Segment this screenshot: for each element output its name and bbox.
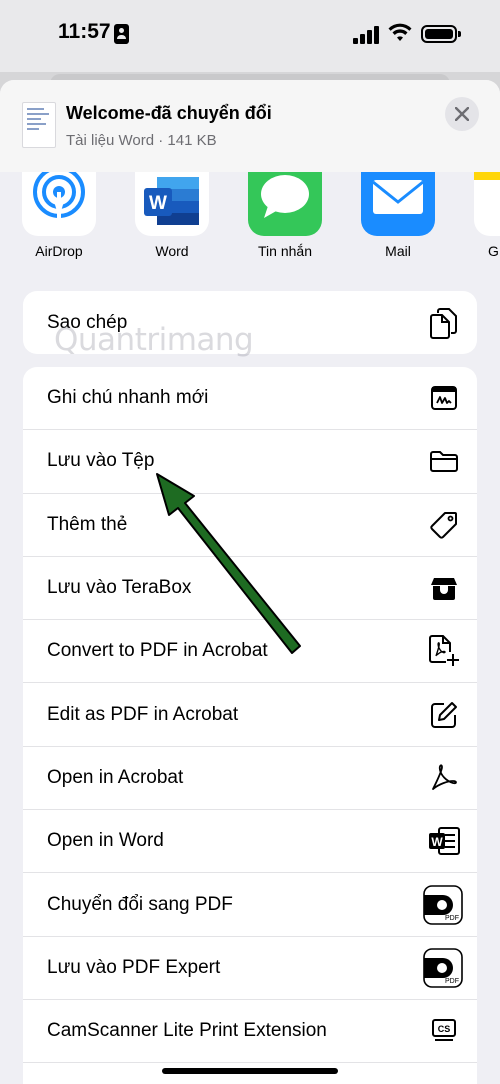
- apps-row: AirDrop W Word Tin nhắn Mail G: [0, 172, 500, 282]
- word-doc-icon: W: [427, 824, 461, 858]
- action-label: CamScanner Lite Print Extension: [47, 1020, 327, 1042]
- action-label: Chuyển đổi sang PDF: [47, 893, 233, 915]
- airdrop-icon: [22, 172, 96, 236]
- close-icon: [455, 107, 469, 121]
- action-label: Open in Word: [47, 830, 164, 852]
- app-label: AirDrop: [35, 243, 83, 259]
- app-label: Tin nhắn: [258, 243, 312, 259]
- action-label: Thêm thẻ: [47, 513, 128, 535]
- svg-text:PDF: PDF: [445, 978, 459, 985]
- edit-icon: [427, 698, 461, 732]
- action-save-to-terabox[interactable]: Lưu vào TeraBox: [23, 557, 477, 621]
- actions-card: Ghi chú nhanh mới Lưu vào Tệp Thêm thẻ L…: [23, 367, 477, 1084]
- messages-icon: [248, 172, 322, 236]
- cellular-signal-icon: [353, 26, 381, 44]
- action-save-to-pdf-expert[interactable]: Lưu vào PDF Expert PDF: [23, 937, 477, 1000]
- document-title: Welcome-đã chuyển đổi: [66, 103, 272, 123]
- mail-icon: [361, 172, 435, 236]
- id-card-icon: [114, 24, 129, 44]
- camscanner-icon: CS: [427, 1014, 461, 1048]
- action-label: Lưu vào TeraBox: [47, 577, 192, 599]
- document-thumbnail: [22, 102, 56, 148]
- home-indicator: [162, 1068, 338, 1074]
- copy-icon: [427, 306, 461, 340]
- pdf-plus-icon: [427, 634, 461, 668]
- action-add-tag[interactable]: Thêm thẻ: [23, 494, 477, 557]
- action-open-in-acrobat[interactable]: Open in Acrobat: [23, 747, 477, 811]
- action-quick-note[interactable]: Ghi chú nhanh mới: [23, 367, 477, 431]
- action-label: Ghi chú nhanh mới: [47, 387, 209, 409]
- action-convert-to-pdf[interactable]: Chuyển đổi sang PDF PDF: [23, 873, 477, 937]
- action-label: Lưu vào PDF Expert: [47, 956, 221, 978]
- action-open-in-word[interactable]: Open in Word W: [23, 810, 477, 874]
- document-subtitle: Tài liệu Word · 141 KB: [66, 132, 217, 149]
- battery-icon: [421, 25, 461, 43]
- wifi-icon: [388, 23, 412, 41]
- svg-text:W: W: [431, 835, 443, 849]
- app-label: Mail: [385, 243, 411, 259]
- action-convert-to-pdf-acrobat[interactable]: Convert to PDF in Acrobat: [23, 620, 477, 684]
- word-icon: W: [135, 172, 209, 236]
- pdf-expert-icon: PDF: [423, 884, 463, 925]
- action-label: Convert to PDF in Acrobat: [47, 640, 268, 662]
- notes-icon: [474, 172, 500, 236]
- share-sheet: Welcome-đã chuyển đổi Tài liệu Word · 14…: [0, 80, 500, 1084]
- svg-text:W: W: [149, 193, 167, 214]
- watermark: Quantrimang: [54, 322, 254, 358]
- status-time: 11:57: [58, 20, 111, 43]
- status-bar: 11:57: [0, 0, 500, 72]
- terabox-icon: [427, 571, 461, 605]
- action-label: Edit as PDF in Acrobat: [47, 703, 239, 725]
- action-label: Open in Acrobat: [47, 766, 184, 788]
- tag-icon: [427, 508, 461, 542]
- quick-note-icon: [427, 381, 461, 415]
- action-edit-as-pdf-acrobat[interactable]: Edit as PDF in Acrobat: [23, 683, 477, 747]
- svg-text:PDF: PDF: [445, 915, 459, 922]
- action-save-to-files[interactable]: Lưu vào Tệp: [23, 430, 477, 494]
- acrobat-icon: [427, 761, 461, 795]
- close-button[interactable]: [445, 97, 479, 131]
- action-label: Lưu vào Tệp: [47, 450, 155, 472]
- action-camscanner-print[interactable]: CamScanner Lite Print Extension CS: [23, 1000, 477, 1064]
- folder-icon: [427, 444, 461, 478]
- share-header: Welcome-đã chuyển đổi Tài liệu Word · 14…: [0, 80, 500, 172]
- pdf-expert-icon: PDF: [423, 948, 463, 988]
- svg-text:CS: CS: [438, 1024, 451, 1034]
- app-label: Word: [155, 243, 189, 259]
- app-label: G: [488, 243, 499, 259]
